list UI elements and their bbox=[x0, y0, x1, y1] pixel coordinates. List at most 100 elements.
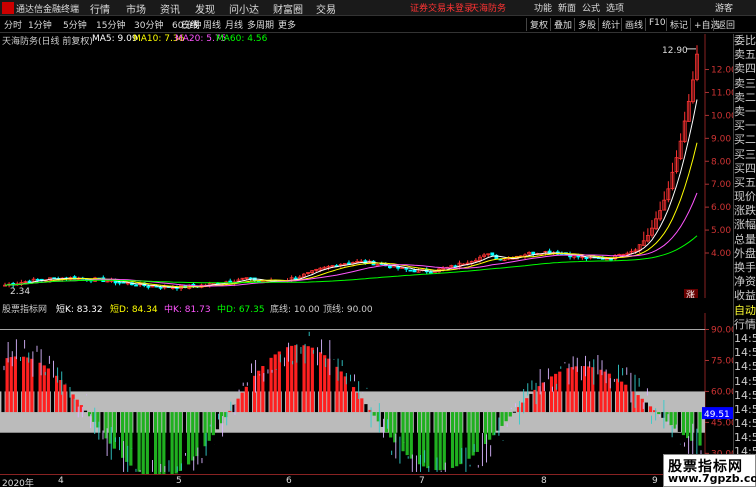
kline-chart[interactable]: 12.00 11.00 10.00 9.00 8.00 7.00 6.00 5.00 4.00 1… bbox=[0, 34, 733, 298]
app-logo-icon bbox=[2, 2, 14, 14]
quote-row-19[interactable]: 自动 bbox=[734, 304, 756, 318]
period-15min[interactable]: 15分钟 bbox=[96, 18, 125, 31]
kline-svg[interactable]: 12.00 11.00 10.00 9.00 8.00 7.00 6.00 5.00 4.00 1… bbox=[0, 34, 733, 298]
osc-bar bbox=[438, 412, 442, 471]
quote-row-9[interactable]: 买四 bbox=[734, 162, 756, 176]
candle-body bbox=[146, 285, 151, 288]
quote-row-27[interactable]: 14:5 bbox=[734, 417, 756, 431]
ma60-line bbox=[4, 235, 698, 286]
menu-caifuquan[interactable]: 财富圈 bbox=[273, 1, 303, 16]
quote-row-25[interactable]: 14:5 bbox=[734, 389, 756, 403]
quote-row-22[interactable]: 14:5 bbox=[734, 346, 756, 360]
osc-bar bbox=[129, 412, 133, 466]
period-fenshi[interactable]: 分时 bbox=[4, 18, 22, 31]
quote-row-4[interactable]: 卖二 bbox=[734, 91, 756, 105]
menu-gongshi[interactable]: 公式 bbox=[582, 1, 600, 14]
period-monthly[interactable]: 月线 bbox=[225, 18, 243, 31]
quote-row-17[interactable]: 净资 bbox=[734, 275, 756, 289]
quote-row-13[interactable]: 涨幅 bbox=[734, 218, 756, 232]
date-label-year: 2020年 bbox=[2, 479, 34, 487]
menu-jiaoyi[interactable]: 交易 bbox=[316, 1, 336, 16]
osc-bar bbox=[648, 406, 653, 413]
quote-row-20[interactable]: 行情 bbox=[734, 318, 756, 332]
osc-bar bbox=[644, 402, 648, 413]
candle-body bbox=[228, 280, 233, 283]
quote-row-1[interactable]: 卖五 bbox=[734, 48, 756, 62]
quote-row-7[interactable]: 买二 bbox=[734, 133, 756, 147]
price-tick-label-0: 12.00 bbox=[711, 66, 733, 76]
osc-bar bbox=[244, 386, 248, 413]
period-30min[interactable]: 30分钟 bbox=[134, 18, 163, 31]
limit-badge: 涨 bbox=[686, 290, 695, 298]
quote-row-3[interactable]: 卖三 bbox=[734, 77, 756, 91]
quote-row-15[interactable]: 外盘 bbox=[734, 247, 756, 261]
ma5-label: MA5: 9.09 bbox=[92, 34, 138, 44]
menu-xinmian[interactable]: 新面 bbox=[558, 1, 576, 14]
quote-row-0[interactable]: 委比 bbox=[734, 34, 756, 48]
quote-row-28[interactable]: 14:5 bbox=[734, 431, 756, 445]
price-tick-label-4: 8.00 bbox=[711, 157, 731, 167]
quote-row-11[interactable]: 现价 bbox=[734, 190, 756, 204]
period-more[interactable]: 更多 bbox=[278, 18, 296, 31]
biaoji-button[interactable]: 标记 bbox=[666, 18, 691, 31]
osc-bar bbox=[17, 356, 22, 413]
menu-gongneng[interactable]: 功能 bbox=[534, 1, 552, 14]
osc-bar bbox=[401, 412, 405, 452]
osc-bar bbox=[624, 384, 628, 413]
fuquan-button[interactable]: 复权 bbox=[526, 18, 551, 31]
quote-row-18[interactable]: 收益 bbox=[734, 289, 756, 303]
quote-row-5[interactable]: 卖一 bbox=[734, 105, 756, 119]
price-tick-label-6: 6.00 bbox=[711, 203, 731, 213]
watermark-url: www.7gpzb.com bbox=[668, 472, 756, 485]
osc-bar bbox=[574, 366, 578, 413]
period-1min[interactable]: 1分钟 bbox=[28, 18, 52, 31]
date-label-jun: 6 bbox=[286, 476, 292, 486]
menu-zixun[interactable]: 资讯 bbox=[160, 1, 180, 16]
quote-row-14[interactable]: 总量 bbox=[734, 233, 756, 247]
indicator-header: 股票指标网 短K: 83.32 短D: 84.34 中K: 81.73 中D: … bbox=[0, 300, 733, 315]
period-toolbar: 分时 1分钟 5分钟 15分钟 30分钟 60分钟 日线 周线 月线 多周期 更… bbox=[0, 17, 756, 33]
menu-xuanxiang[interactable]: 选项 bbox=[606, 1, 624, 14]
menu-shichang[interactable]: 市场 bbox=[126, 1, 146, 16]
value-box: 49.51 bbox=[704, 410, 730, 420]
osc-bar bbox=[310, 347, 314, 413]
quote-row-21[interactable]: 14:5 bbox=[734, 332, 756, 346]
quote-row-6[interactable]: 买一 bbox=[734, 119, 756, 133]
osc-bar bbox=[409, 412, 413, 459]
osc-bar bbox=[698, 412, 702, 446]
ma60-label: MA60: 4.56 bbox=[216, 34, 268, 44]
osc-bar bbox=[63, 384, 67, 413]
period-weekly[interactable]: 周线 bbox=[203, 18, 221, 31]
price-tick-label-5: 7.00 bbox=[711, 180, 731, 190]
menu-hangqing[interactable]: 行情 bbox=[90, 1, 110, 16]
quote-row-16[interactable]: 换手 bbox=[734, 261, 756, 275]
quote-row-23[interactable]: 14:5 bbox=[734, 360, 756, 374]
period-multi[interactable]: 多周期 bbox=[247, 18, 274, 31]
osc-bar bbox=[248, 381, 253, 413]
price-tick-label-7: 5.00 bbox=[711, 226, 731, 236]
osc-bar bbox=[587, 366, 591, 413]
duogu-button[interactable]: 多股 bbox=[574, 18, 599, 31]
candle-body bbox=[347, 262, 351, 265]
menu-wenxiaoda[interactable]: 问小达 bbox=[229, 1, 259, 16]
tongji-button[interactable]: 统计 bbox=[598, 18, 623, 31]
quote-row-8[interactable]: 买三 bbox=[734, 148, 756, 162]
huaxian-button[interactable]: 画线 bbox=[621, 18, 646, 31]
quote-row-26[interactable]: 14:5 bbox=[734, 403, 756, 417]
period-daily[interactable]: 日线 bbox=[181, 18, 199, 31]
quote-row-10[interactable]: 买五 bbox=[734, 176, 756, 190]
osc-bar bbox=[265, 361, 269, 413]
user-label[interactable]: 游客 bbox=[715, 1, 733, 14]
quote-row-2[interactable]: 卖四 bbox=[734, 62, 756, 76]
diejia-button[interactable]: 叠加 bbox=[550, 18, 575, 31]
quote-row-24[interactable]: 14:5 bbox=[734, 375, 756, 389]
menu-faxian[interactable]: 发现 bbox=[195, 1, 215, 16]
period-5min[interactable]: 5分钟 bbox=[63, 18, 87, 31]
osc-bar bbox=[446, 412, 451, 470]
back-button[interactable]: 返回 bbox=[713, 18, 738, 31]
login-warning[interactable]: 证券交易未登录 bbox=[410, 1, 473, 14]
indicator-svg[interactable]: 90.0075.0060.0045.0030.0049.51 bbox=[0, 313, 733, 474]
osc-bar bbox=[306, 346, 310, 413]
candle-body bbox=[584, 256, 589, 260]
quote-row-12[interactable]: 涨跌 bbox=[734, 204, 756, 218]
